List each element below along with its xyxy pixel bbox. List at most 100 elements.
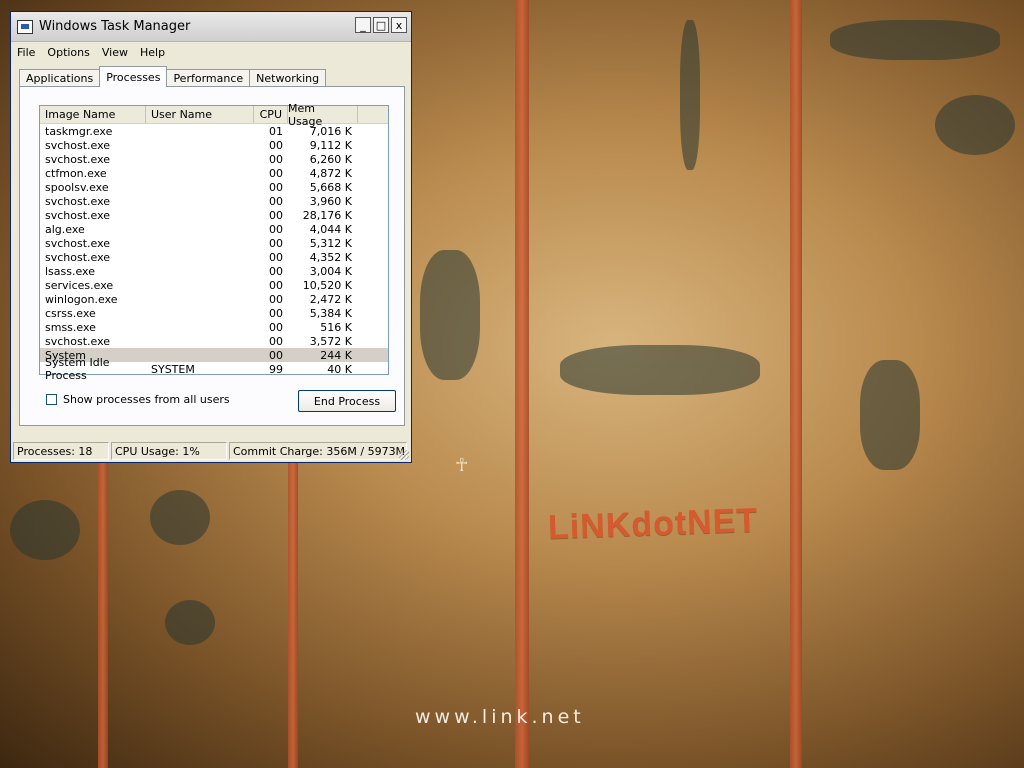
- process-image-name: lsass.exe: [45, 264, 95, 278]
- process-image-name: svchost.exe: [45, 334, 111, 348]
- process-cpu: 01: [269, 124, 283, 138]
- process-image-name: svchost.exe: [45, 138, 111, 152]
- process-cpu: 00: [269, 208, 283, 222]
- tab-processes[interactable]: Processes: [99, 66, 168, 87]
- table-row[interactable]: svchost.exe 00 6,260 K: [40, 152, 388, 166]
- process-mem-usage: 4,352 K: [309, 250, 352, 264]
- process-user-name: [146, 222, 254, 236]
- table-row[interactable]: svchost.exe 00 9,112 K: [40, 138, 388, 152]
- table-row[interactable]: svchost.exe 00 5,312 K: [40, 236, 388, 250]
- process-cpu: 00: [269, 166, 283, 180]
- menu-file[interactable]: File: [17, 46, 35, 59]
- checkbox-box[interactable]: [46, 394, 57, 405]
- maximize-button[interactable]: □: [373, 17, 389, 33]
- linkdotnet-logo: LiNKdotNET: [547, 501, 759, 547]
- hieroglyph: [935, 95, 1015, 155]
- table-row[interactable]: lsass.exe 00 3,004 K: [40, 264, 388, 278]
- column-cpu[interactable]: CPU: [254, 106, 288, 123]
- table-row[interactable]: ctfmon.exe 00 4,872 K: [40, 166, 388, 180]
- process-mem-usage: 40 K: [327, 362, 352, 376]
- process-cpu: 00: [269, 236, 283, 250]
- wallpaper-stripe: [288, 460, 298, 768]
- process-cpu: 00: [269, 194, 283, 208]
- process-cpu: 99: [269, 362, 283, 376]
- column-user-name[interactable]: User Name: [146, 106, 254, 123]
- tab-performance[interactable]: Performance: [166, 69, 251, 87]
- process-user-name: [146, 264, 254, 278]
- process-user-name: [146, 320, 254, 334]
- hieroglyph: [420, 250, 480, 380]
- hieroglyph: [165, 600, 215, 645]
- table-row[interactable]: csrss.exe 00 5,384 K: [40, 306, 388, 320]
- process-image-name: System Idle Process: [45, 356, 110, 382]
- table-row[interactable]: services.exe 00 10,520 K: [40, 278, 388, 292]
- status-bar: Processes: 18 CPU Usage: 1% Commit Charg…: [13, 442, 409, 460]
- status-processes: Processes: 18: [13, 442, 109, 460]
- process-mem-usage: 28,176 K: [302, 208, 352, 222]
- minimize-button[interactable]: _: [355, 17, 371, 33]
- table-row[interactable]: svchost.exe 00 3,960 K: [40, 194, 388, 208]
- resize-grip[interactable]: [399, 450, 409, 460]
- hieroglyph: [10, 500, 80, 560]
- wallpaper-stripe: [790, 0, 802, 768]
- process-user-name: [146, 138, 254, 152]
- process-cpu: 00: [269, 180, 283, 194]
- processes-panel: Image Name User Name CPU Mem Usage taskm…: [19, 86, 405, 426]
- hieroglyph: [860, 360, 920, 470]
- process-mem-usage: 244 K: [320, 348, 352, 362]
- process-image-name: svchost.exe: [45, 250, 111, 264]
- hieroglyph: [150, 490, 210, 545]
- process-image-name: svchost.exe: [45, 194, 111, 208]
- table-row[interactable]: svchost.exe 00 28,176 K: [40, 208, 388, 222]
- table-row[interactable]: winlogon.exe 00 2,472 K: [40, 292, 388, 306]
- process-mem-usage: 3,572 K: [309, 334, 352, 348]
- tab-networking[interactable]: Networking: [249, 69, 327, 87]
- process-cpu: 00: [269, 264, 283, 278]
- process-cpu: 00: [269, 292, 283, 306]
- column-mem-usage[interactable]: Mem Usage: [288, 102, 358, 128]
- task-manager-window: Windows Task Manager _ □ x File Options …: [10, 11, 412, 463]
- title-bar[interactable]: Windows Task Manager _ □ x: [11, 12, 411, 42]
- process-image-name: svchost.exe: [45, 152, 111, 166]
- menu-options[interactable]: Options: [47, 46, 89, 59]
- show-all-users-label: Show processes from all users: [63, 393, 230, 406]
- process-mem-usage: 2,472 K: [309, 292, 352, 306]
- process-user-name: [146, 124, 254, 138]
- process-mem-usage: 5,384 K: [309, 306, 352, 320]
- process-cpu: 00: [269, 334, 283, 348]
- process-mem-usage: 7,016 K: [309, 124, 352, 138]
- process-rows: taskmgr.exe 01 7,016 K svchost.exe 00 9,112 K…: [40, 124, 388, 382]
- column-image-name[interactable]: Image Name: [40, 106, 146, 123]
- table-row[interactable]: smss.exe 00 516 K: [40, 320, 388, 334]
- process-user-name: [146, 334, 254, 348]
- process-cpu: 00: [269, 278, 283, 292]
- menu-bar: File Options View Help: [11, 42, 411, 62]
- menu-view[interactable]: View: [102, 46, 128, 59]
- process-mem-usage: 9,112 K: [309, 138, 352, 152]
- table-row[interactable]: spoolsv.exe 00 5,668 K: [40, 180, 388, 194]
- table-row[interactable]: System Idle Process SYSTEM 99 40 K: [40, 356, 388, 382]
- table-row[interactable]: alg.exe 00 4,044 K: [40, 222, 388, 236]
- end-process-button[interactable]: End Process: [298, 390, 396, 412]
- show-all-users-checkbox[interactable]: Show processes from all users: [46, 393, 230, 406]
- process-user-name: [146, 166, 254, 180]
- tab-applications[interactable]: Applications: [19, 69, 101, 87]
- table-row[interactable]: svchost.exe 00 4,352 K: [40, 250, 388, 264]
- process-mem-usage: 5,668 K: [309, 180, 352, 194]
- process-cpu: 00: [269, 152, 283, 166]
- process-image-name: ctfmon.exe: [45, 166, 107, 180]
- process-user-name: [146, 306, 254, 320]
- process-cpu: 00: [269, 250, 283, 264]
- hieroglyph: [680, 20, 700, 170]
- process-user-name: [146, 208, 254, 222]
- close-button[interactable]: x: [391, 17, 407, 33]
- process-list[interactable]: Image Name User Name CPU Mem Usage taskm…: [39, 102, 389, 382]
- process-user-name: [146, 180, 254, 194]
- process-user-name: [146, 292, 254, 306]
- table-row[interactable]: svchost.exe 00 3,572 K: [40, 334, 388, 348]
- wallpaper-stripe: [98, 460, 108, 768]
- wallpaper-stripe: [515, 0, 529, 768]
- process-image-name: smss.exe: [45, 320, 96, 334]
- table-row[interactable]: taskmgr.exe 01 7,016 K: [40, 124, 388, 138]
- menu-help[interactable]: Help: [140, 46, 165, 59]
